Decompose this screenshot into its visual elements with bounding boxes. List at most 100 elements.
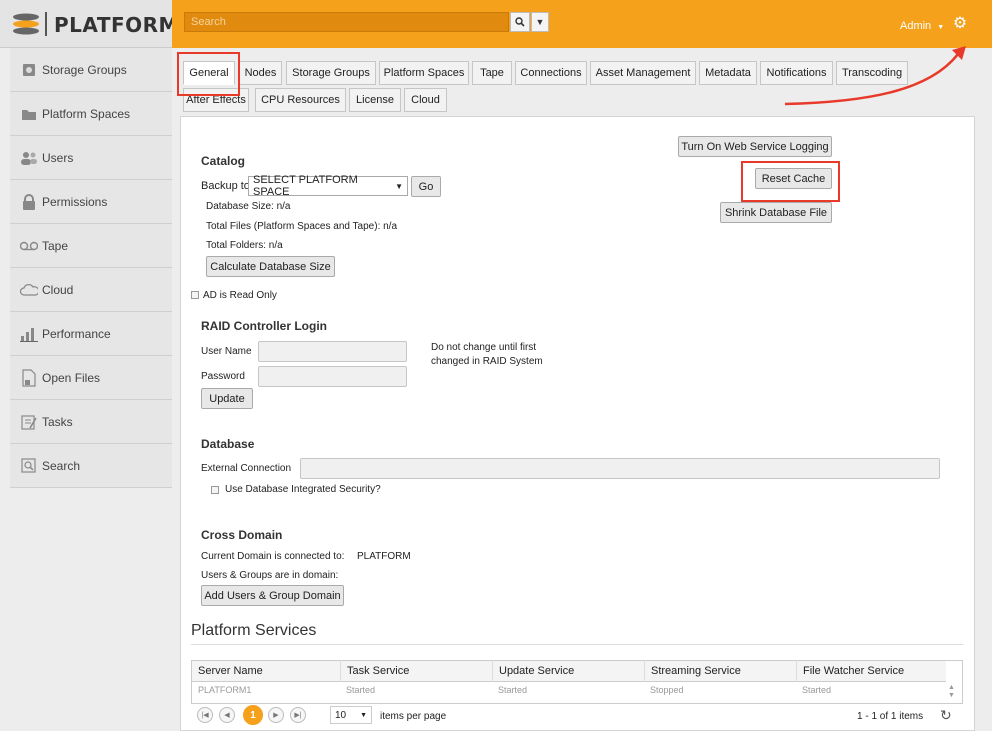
gear-icon[interactable]: ⚙	[952, 16, 968, 32]
sidebar-item-users[interactable]: Users	[10, 136, 172, 180]
lock-icon	[20, 193, 38, 211]
folder-icon	[20, 105, 38, 123]
current-page-button[interactable]: 1	[243, 705, 263, 725]
sidebar-item-search[interactable]: Search	[10, 444, 172, 488]
raid-user-input[interactable]	[258, 341, 407, 362]
caret-down-icon: ▼	[360, 711, 367, 719]
calculate-database-size-button[interactable]: Calculate Database Size	[206, 256, 335, 277]
last-page-button[interactable]: ▶|	[290, 707, 306, 723]
tab-label: Tape	[480, 67, 504, 79]
tab-connections[interactable]: Connections	[515, 61, 587, 85]
tab-license[interactable]: License	[349, 88, 401, 112]
sidebar-item-tasks[interactable]: Tasks	[10, 400, 172, 444]
search-options-button[interactable]: ▼	[531, 12, 549, 32]
page-size-select[interactable]: 10 ▼	[330, 706, 372, 724]
table-cell: Started	[346, 685, 376, 695]
column-header-server-name[interactable]: Server Name	[192, 660, 338, 682]
sidebar-item-platform-spaces[interactable]: Platform Spaces	[10, 92, 172, 136]
column-header-update-service[interactable]: Update Service	[492, 660, 642, 682]
calc-label: Calculate Database Size	[210, 260, 331, 273]
sidebar-item-performance[interactable]: Performance	[10, 312, 172, 356]
tab-platform-spaces[interactable]: Platform Spaces	[379, 61, 469, 85]
web-service-logging-button[interactable]: Turn On Web Service Logging	[678, 136, 832, 157]
refresh-icon[interactable]: ↻	[940, 707, 952, 724]
add-domain-label: Add Users & Group Domain	[204, 589, 341, 602]
sidebar-item-label: Tasks	[42, 414, 73, 429]
tab-label: Connections	[520, 67, 582, 79]
table-cell: Stopped	[650, 685, 684, 695]
tab-tape[interactable]: Tape	[472, 61, 512, 85]
ad-read-only-label: AD is Read Only	[203, 290, 277, 301]
shrink-database-button[interactable]: Shrink Database File	[720, 202, 832, 223]
previous-page-button[interactable]: ◀	[219, 707, 235, 723]
go-button[interactable]: Go	[411, 176, 441, 197]
tab-label: Storage Groups	[292, 67, 370, 79]
sidebar-item-label: Cloud	[42, 282, 74, 297]
catalog-title: Catalog	[201, 154, 246, 168]
cloud-icon	[20, 281, 38, 299]
column-header-task-service[interactable]: Task Service	[340, 660, 490, 682]
sidebar-item-label: Tape	[42, 238, 69, 253]
logo-area: PLATFORM	[0, 0, 178, 48]
cross-domain-title: Cross Domain	[201, 528, 283, 542]
next-page-button[interactable]: ▶	[268, 707, 284, 723]
update-label: Update	[209, 392, 245, 405]
tab-cloud[interactable]: Cloud	[404, 88, 447, 112]
ad-read-only-checkbox[interactable]	[191, 291, 199, 299]
pagination-range: 1 - 1 of 1 items	[857, 711, 924, 722]
search-icon	[515, 17, 525, 27]
integrated-security-label: Use Database Integrated Security?	[225, 484, 381, 495]
total-files: Total Files (Platform Spaces and Tape): …	[206, 221, 398, 232]
sidebar-item-tape[interactable]: Tape	[10, 224, 172, 268]
services-divider	[191, 644, 963, 645]
tab-notifications[interactable]: Notifications	[760, 61, 833, 85]
backup-select[interactable]: SELECT PLATFORM SPACE ▼	[248, 174, 408, 198]
sidebar-item-open-files[interactable]: Open Files	[10, 356, 172, 400]
tab-nodes[interactable]: Nodes	[239, 61, 282, 85]
sidebar-item-cloud[interactable]: Cloud	[10, 268, 172, 312]
logo-divider	[45, 12, 47, 36]
external-connection-input[interactable]	[300, 458, 940, 479]
last-page-icon: ▶|	[294, 712, 302, 719]
column-header-file-watcher-service[interactable]: File Watcher Service	[796, 660, 946, 682]
sidebar-item-storage-groups[interactable]: Storage Groups	[10, 48, 172, 92]
next-page-icon: ▶	[273, 712, 279, 719]
column-header-streaming-service[interactable]: Streaming Service	[644, 660, 794, 682]
raid-password-label: Password	[201, 371, 245, 382]
tab-label: CPU Resources	[261, 94, 340, 106]
first-page-icon: |◀	[201, 712, 209, 719]
add-users-group-domain-button[interactable]: Add Users & Group Domain	[201, 585, 344, 606]
sidebar-item-label: Storage Groups	[42, 62, 127, 77]
sidebar-item-label: Platform Spaces	[42, 106, 131, 121]
search-icon	[20, 457, 38, 475]
raid-user-label: User Name	[201, 346, 252, 357]
sidebar-item-permissions[interactable]: Permissions	[10, 180, 172, 224]
open-files-icon	[20, 368, 38, 387]
table-cell: PLATFORM1	[198, 685, 252, 695]
search-input[interactable]	[184, 12, 509, 32]
admin-menu[interactable]: Admin ▼	[900, 20, 944, 32]
first-page-button[interactable]: |◀	[197, 707, 213, 723]
tab-label: Notifications	[766, 67, 827, 79]
highlight-reset-cache	[741, 161, 840, 202]
tab-transcoding[interactable]: Transcoding	[836, 61, 908, 85]
tab-storage-groups[interactable]: Storage Groups	[286, 61, 376, 85]
raid-password-input[interactable]	[258, 366, 407, 387]
tab-label: Platform Spaces	[383, 67, 465, 79]
search-button[interactable]	[510, 12, 530, 32]
tab-label: Nodes	[244, 67, 277, 79]
users-groups-domain-label: Users & Groups are in domain:	[201, 570, 339, 581]
raid-update-button[interactable]: Update	[201, 388, 253, 409]
go-label: Go	[418, 180, 434, 193]
shrink-label: Shrink Database File	[724, 206, 828, 219]
page-size-value: 10	[335, 709, 347, 721]
caret-down-icon: ▼	[535, 17, 545, 27]
tab-label: Transcoding	[841, 67, 903, 79]
table-scrollbar[interactable]: ▲ ▼	[948, 684, 955, 700]
current-domain-label: Current Domain is connected to:	[201, 551, 345, 562]
tab-metadata[interactable]: Metadata	[699, 61, 757, 85]
integrated-security-checkbox[interactable]	[211, 486, 219, 494]
tasks-icon	[20, 413, 38, 431]
tab-asset-management[interactable]: Asset Management	[590, 61, 696, 85]
tab-cpu-resources[interactable]: CPU Resources	[255, 88, 346, 112]
